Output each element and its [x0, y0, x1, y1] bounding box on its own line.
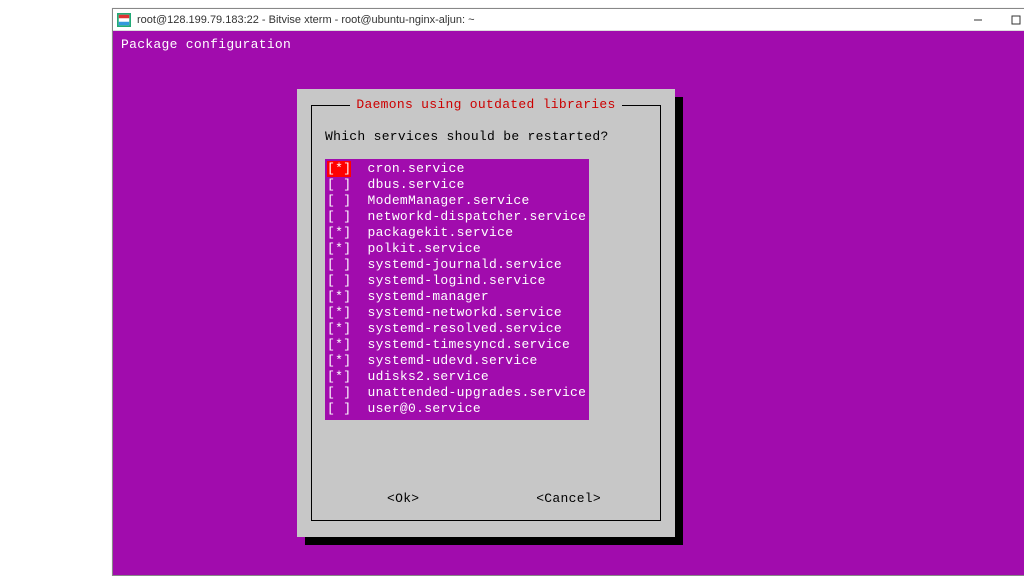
terminal-window: root@128.199.79.183:22 - Bitvise xterm -…: [112, 8, 1024, 576]
restart-services-dialog: Daemons using outdated libraries Which s…: [297, 89, 675, 537]
terminal-area[interactable]: Package configuration Daemons using outd…: [113, 31, 1024, 575]
service-item[interactable]: [ ] user@0.service: [327, 401, 583, 417]
service-item[interactable]: [ ] dbus.service: [327, 177, 583, 193]
cancel-button[interactable]: <Cancel>: [536, 491, 601, 507]
service-item[interactable]: [*] cron.service: [327, 161, 583, 177]
service-item[interactable]: [*] systemd-udevd.service: [327, 353, 583, 369]
service-item[interactable]: [*] polkit.service: [327, 241, 583, 257]
package-config-header: Package configuration: [121, 37, 1024, 53]
window-title: root@128.199.79.183:22 - Bitvise xterm -…: [137, 14, 971, 26]
minimize-button[interactable]: [971, 13, 985, 27]
dialog-question: Which services should be restarted?: [325, 129, 647, 145]
service-item[interactable]: [*] systemd-networkd.service: [327, 305, 583, 321]
service-item[interactable]: [ ] systemd-logind.service: [327, 273, 583, 289]
service-item[interactable]: [*] systemd-resolved.service: [327, 321, 583, 337]
service-item[interactable]: [ ] unattended-upgrades.service: [327, 385, 583, 401]
service-item[interactable]: [ ] ModemManager.service: [327, 193, 583, 209]
service-item[interactable]: [*] packagekit.service: [327, 225, 583, 241]
ok-button[interactable]: <Ok>: [387, 491, 419, 507]
service-item[interactable]: [*] systemd-manager: [327, 289, 583, 305]
service-item[interactable]: [*] udisks2.service: [327, 369, 583, 385]
service-item[interactable]: [*] systemd-timesyncd.service: [327, 337, 583, 353]
titlebar[interactable]: root@128.199.79.183:22 - Bitvise xterm -…: [113, 9, 1024, 31]
app-icon: [117, 13, 131, 27]
window-buttons: [971, 13, 1024, 27]
service-item[interactable]: [ ] networkd-dispatcher.service: [327, 209, 583, 225]
maximize-button[interactable]: [1009, 13, 1023, 27]
service-checklist[interactable]: [*] cron.service[ ] dbus.service[ ] Mode…: [325, 159, 589, 420]
service-item[interactable]: [ ] systemd-journald.service: [327, 257, 583, 273]
